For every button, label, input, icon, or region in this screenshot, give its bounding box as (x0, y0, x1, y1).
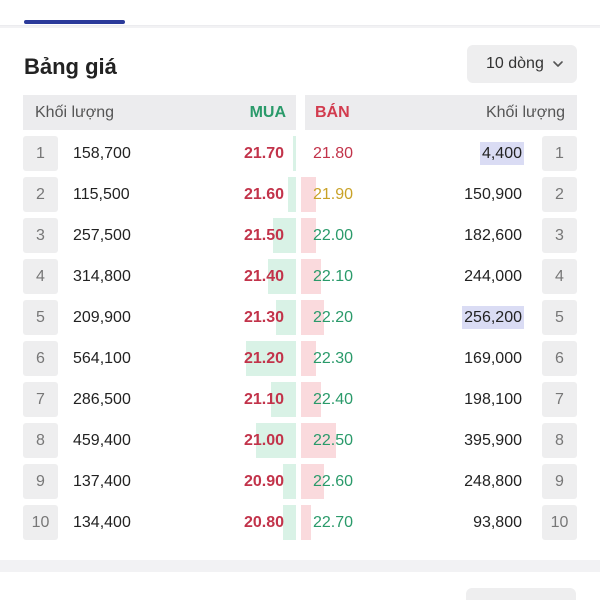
buy-price[interactable]: 21.60 (244, 177, 284, 212)
rows-count-dropdown[interactable]: 10 dòng (467, 45, 577, 83)
buy-price[interactable]: 21.30 (244, 300, 284, 335)
sell-volume: 150,900 (464, 185, 522, 203)
sell-price[interactable]: 21.90 (313, 177, 353, 212)
next-card (0, 572, 600, 600)
buy-volume: 209,900 (73, 309, 131, 326)
buy-level-index: 7 (23, 382, 58, 417)
order-book-row[interactable]: 2 115,500 21.60 21.90 150,900 2 (0, 177, 600, 212)
sell-volume: 256,200 (462, 306, 524, 329)
buy-header-label: MUA (249, 103, 286, 121)
sell-level-index: 6 (542, 341, 577, 376)
buy-price[interactable]: 21.40 (244, 259, 284, 294)
buy-level-index: 9 (23, 464, 58, 499)
sell-volume-header: Khối lượng (485, 103, 565, 121)
sell-price[interactable]: 22.00 (313, 218, 353, 253)
buy-price[interactable]: 20.80 (244, 505, 284, 540)
sell-price[interactable]: 22.70 (313, 505, 353, 540)
buy-volume: 459,400 (73, 432, 131, 449)
buy-depth-bar (288, 177, 296, 212)
active-tab-indicator (24, 20, 125, 24)
buy-depth-bar (293, 136, 296, 171)
buy-volume: 134,400 (73, 514, 131, 531)
order-book-row[interactable]: 9 137,400 20.90 22.60 248,800 9 (0, 464, 600, 499)
top-tab-strip (0, 0, 600, 26)
buy-volume: 257,500 (73, 227, 131, 244)
sell-depth-bar (301, 505, 311, 540)
sell-price[interactable]: 22.60 (313, 464, 353, 499)
buy-depth-bar (283, 464, 296, 499)
order-book-row[interactable]: 5 209,900 21.30 22.20 256,200 5 (0, 300, 600, 335)
buy-volume: 137,400 (73, 473, 131, 490)
buy-header: Khối lượng MUA (23, 95, 296, 130)
sell-volume: 4,400 (479, 142, 524, 165)
buy-price[interactable]: 21.20 (244, 341, 284, 376)
sell-level-index: 9 (542, 464, 577, 499)
buy-level-index: 3 (23, 218, 58, 253)
buy-price[interactable]: 21.70 (244, 136, 284, 171)
sell-volume: 248,800 (464, 472, 522, 490)
sell-volume: 93,800 (473, 513, 522, 531)
order-book-row[interactable]: 1 158,700 21.70 21.80 4,400 1 (0, 136, 600, 171)
buy-price[interactable]: 20.90 (244, 464, 284, 499)
buy-volume: 115,500 (73, 186, 130, 203)
next-card-button[interactable] (466, 588, 576, 600)
sell-price[interactable]: 22.40 (313, 382, 353, 417)
buy-level-index: 10 (23, 505, 58, 540)
sell-level-index: 10 (542, 505, 577, 540)
buy-level-index: 1 (23, 136, 58, 171)
sell-price[interactable]: 22.30 (313, 341, 353, 376)
sell-volume: 244,000 (464, 267, 522, 285)
buy-price[interactable]: 21.00 (244, 423, 284, 458)
sell-level-index: 5 (542, 300, 577, 335)
chevron-down-icon (553, 61, 563, 67)
sell-level-index: 1 (542, 136, 577, 171)
order-book-row[interactable]: 8 459,400 21.00 22.50 395,900 8 (0, 423, 600, 458)
sell-price[interactable]: 22.50 (313, 423, 353, 458)
buy-volume: 158,700 (73, 145, 131, 162)
sell-header-label: BÁN (315, 103, 350, 121)
buy-price[interactable]: 21.50 (244, 218, 284, 253)
sell-level-index: 8 (542, 423, 577, 458)
sell-volume: 198,100 (464, 390, 522, 408)
order-book-row[interactable]: 7 286,500 21.10 22.40 198,100 7 (0, 382, 600, 417)
sell-header: BÁN Khối lượng (305, 95, 577, 130)
order-book-row[interactable]: 3 257,500 21.50 22.00 182,600 3 (0, 218, 600, 253)
order-book-row[interactable]: 4 314,800 21.40 22.10 244,000 4 (0, 259, 600, 294)
sell-volume: 169,000 (464, 349, 522, 367)
buy-level-index: 6 (23, 341, 58, 376)
sell-price[interactable]: 21.80 (313, 136, 353, 171)
buy-volume: 286,500 (73, 391, 131, 408)
order-book-row[interactable]: 10 134,400 20.80 22.70 93,800 10 (0, 505, 600, 540)
buy-price[interactable]: 21.10 (244, 382, 284, 417)
buy-level-index: 5 (23, 300, 58, 335)
sell-price[interactable]: 22.10 (313, 259, 353, 294)
buy-level-index: 8 (23, 423, 58, 458)
sell-level-index: 7 (542, 382, 577, 417)
sell-level-index: 2 (542, 177, 577, 212)
buy-volume: 314,800 (73, 268, 131, 285)
sell-volume: 182,600 (464, 226, 522, 244)
buy-volume-header: Khối lượng (35, 103, 115, 121)
sell-volume: 395,900 (464, 431, 522, 449)
page-title: Bảng giá (24, 54, 117, 79)
order-book-row[interactable]: 6 564,100 21.20 22.30 169,000 6 (0, 341, 600, 376)
sell-price[interactable]: 22.20 (313, 300, 353, 335)
sell-level-index: 3 (542, 218, 577, 253)
buy-level-index: 4 (23, 259, 58, 294)
sell-level-index: 4 (542, 259, 577, 294)
buy-depth-bar (283, 505, 296, 540)
buy-level-index: 2 (23, 177, 58, 212)
rows-count-label: 10 dòng (486, 55, 544, 72)
buy-volume: 564,100 (73, 350, 131, 367)
